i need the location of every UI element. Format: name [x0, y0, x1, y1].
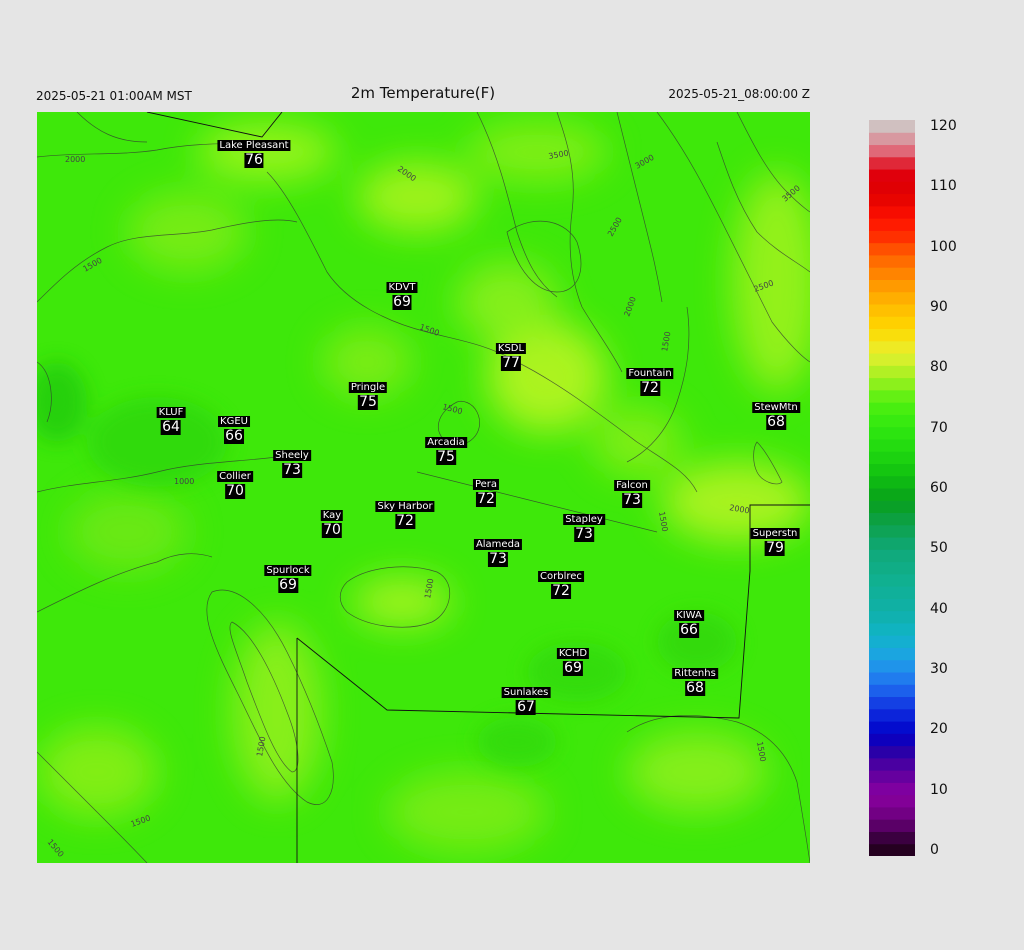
colorbar-band: [869, 647, 915, 661]
colorbar-band: [869, 218, 915, 231]
colorbar-band: [869, 549, 915, 563]
colorbar-band: [869, 193, 915, 207]
colorbar-tick-label: 60: [930, 480, 948, 496]
colorbar-band: [869, 377, 915, 391]
temperature-field: 200020003500 3000350025002500200015001500…: [37, 112, 810, 863]
valid-time-utc: 2025-05-21_08:00:00 Z: [668, 87, 810, 101]
colorbar-band: [869, 672, 915, 685]
colorbar-band: [869, 512, 915, 526]
colorbar-tick-label: 80: [930, 359, 948, 376]
colorbar-band: [869, 414, 915, 428]
colorbar-band: [869, 426, 915, 440]
colorbar-band: [869, 757, 915, 771]
colorbar-band: [869, 402, 915, 415]
colorbar-band: [869, 353, 915, 366]
colorbar: [869, 120, 915, 856]
colorbar-band: [869, 794, 915, 808]
contour-label: 1000: [174, 477, 194, 486]
colorbar-band: [869, 500, 915, 514]
colorbar-tick-label: 10: [930, 781, 948, 798]
colorbar-tick-label: 20: [930, 721, 948, 738]
colorbar-band: [869, 610, 915, 624]
colorbar-band: [869, 721, 915, 734]
colorbar-band: [869, 438, 915, 452]
colorbar-band: [869, 279, 915, 293]
colorbar-band: [869, 475, 915, 489]
colorbar-band: [869, 733, 915, 747]
colorbar-tick-label: 110: [930, 178, 957, 195]
colorbar-band: [869, 696, 915, 710]
colorbar-band: [869, 463, 915, 477]
colorbar-band: [869, 365, 915, 379]
colorbar-band: [869, 708, 915, 722]
colorbar-band: [869, 659, 915, 673]
colorbar-band: [869, 304, 915, 317]
colorbar-tick-label: 70: [930, 419, 948, 436]
colorbar-band: [869, 524, 915, 538]
colorbar-band: [869, 132, 915, 146]
colorbar-band: [869, 328, 915, 342]
colorbar-tick-label: 120: [930, 118, 957, 134]
colorbar-band: [869, 622, 915, 636]
colorbar-band: [869, 586, 915, 599]
colorbar-band: [869, 451, 915, 464]
colorbar-band: [869, 745, 915, 759]
colorbar-band: [869, 144, 915, 158]
colorbar-band: [869, 598, 915, 612]
colorbar-band: [869, 573, 915, 587]
colorbar-band: [869, 254, 915, 268]
colorbar-band: [869, 819, 915, 832]
colorbar-band: [869, 806, 915, 820]
colorbar-band: [869, 561, 915, 575]
colorbar-tick-label: 0: [930, 842, 939, 858]
colorbar-band: [869, 291, 915, 305]
colorbar-band: [869, 181, 915, 195]
temperature-map: 2000 2000 3500 3000 3500 2500 2500 2000 1500 1500…: [37, 112, 810, 863]
colorbar-band: [869, 684, 915, 698]
colorbar-band: [869, 389, 915, 403]
colorbar-band: [869, 537, 915, 550]
colorbar-band: [869, 770, 915, 783]
colorbar-band: [869, 316, 915, 330]
colorbar-band: [869, 635, 915, 648]
colorbar-tick-label: 30: [930, 661, 948, 677]
contour-label: 2000: [65, 155, 85, 164]
colorbar-band: [869, 340, 915, 354]
colorbar-tick-label: 40: [930, 600, 948, 617]
colorbar-band: [869, 205, 915, 219]
colorbar-band: [869, 831, 915, 845]
colorbar-band: [869, 156, 915, 170]
colorbar-band: [869, 843, 915, 856]
colorbar-tick-label: 50: [930, 540, 948, 557]
colorbar-band: [869, 230, 915, 244]
colorbar-band: [869, 242, 915, 256]
colorbar-band: [869, 169, 915, 182]
colorbar-band: [869, 488, 915, 501]
colorbar-band: [869, 120, 915, 133]
colorbar-tick-label: 100: [930, 238, 957, 255]
colorbar-band: [869, 782, 915, 796]
colorbar-tick-label: 90: [930, 299, 948, 315]
colorbar-band: [869, 267, 915, 280]
